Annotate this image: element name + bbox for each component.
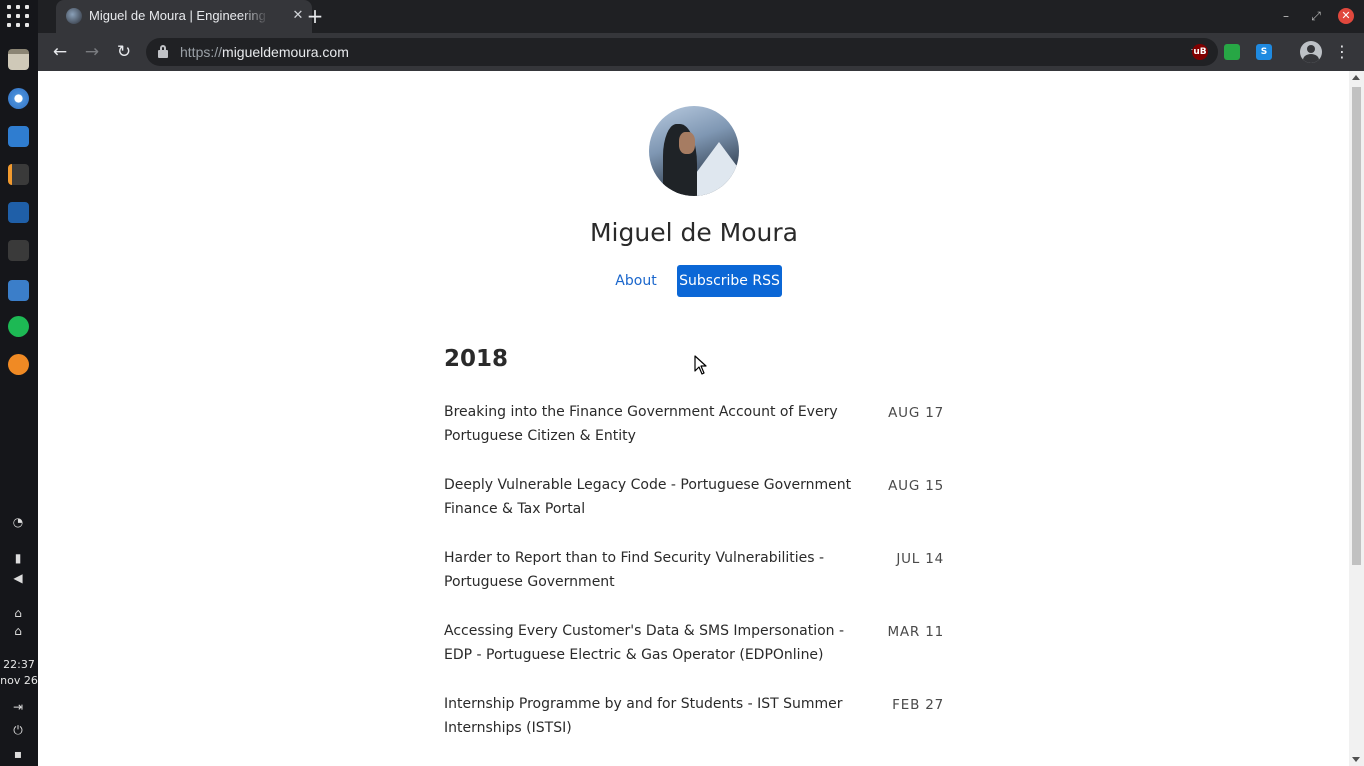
post-item[interactable]: Accessing Every Customer's Data & SMS Im… <box>444 619 944 669</box>
post-title-link[interactable]: Accessing Every Customer's Data & SMS Im… <box>444 619 872 667</box>
clock-date: nov 26 <box>0 674 38 687</box>
tab-title: Miguel de Moura | Engineering <box>89 8 269 26</box>
podcast-app-icon[interactable] <box>8 354 29 375</box>
post-title-link[interactable]: Deeply Vulnerable Legacy Code - Portugue… <box>444 473 872 521</box>
post-date: MAR 11 <box>887 624 944 640</box>
close-window-button[interactable]: ✕ <box>1338 8 1354 24</box>
year-heading: 2018 <box>444 346 509 372</box>
address-bar[interactable]: https://migueldemoura.com ☆ <box>146 38 1218 66</box>
spotify-app-icon[interactable] <box>8 316 29 337</box>
scrollbar-thumb[interactable] <box>1352 87 1361 565</box>
minimize-button[interactable]: – <box>1278 8 1294 24</box>
home-filled-icon[interactable]: ⌂ <box>9 623 27 639</box>
ublock-extension-icon[interactable]: uB <box>1192 44 1208 60</box>
site-title: Miguel de Moura <box>589 218 798 247</box>
terminal-app-icon[interactable] <box>8 240 29 261</box>
scroll-down-icon[interactable] <box>1352 757 1360 762</box>
volume-icon[interactable]: ◀ <box>9 570 27 586</box>
post-date: JUL 14 <box>896 551 944 567</box>
post-item[interactable]: Harder to Report than to Find Security V… <box>444 546 944 596</box>
sublime-text-app-icon[interactable] <box>8 164 29 185</box>
files-app-icon[interactable] <box>8 49 29 70</box>
mouse-cursor-icon <box>694 355 707 375</box>
wifi-icon[interactable]: ◔ <box>9 514 27 530</box>
system-dock: ◔ ▮ ◀ ⌂ ⌂ 22:37 nov 26 ⇥ ⏻ ▪ <box>0 0 38 766</box>
reload-button[interactable]: ↻ <box>113 41 135 63</box>
post-date: AUG 17 <box>888 405 944 421</box>
browser-toolbar: ← → ↻ https://migueldemoura.com ☆ uB S ⋮ <box>38 33 1364 71</box>
power-icon[interactable]: ⏻ <box>9 722 27 738</box>
site-favicon-icon <box>66 8 82 24</box>
tab-strip: Miguel de Moura | Engineering ✕ + – ⤢ ✕ <box>38 0 1364 33</box>
lock-icon[interactable] <box>158 45 168 58</box>
maximize-button[interactable]: ⤢ <box>1308 8 1324 24</box>
logout-icon[interactable]: ⇥ <box>9 699 27 715</box>
post-date: AUG 15 <box>888 478 944 494</box>
battery-icon[interactable]: ▮ <box>9 550 27 566</box>
messages-app-icon[interactable] <box>8 126 29 147</box>
back-button[interactable]: ← <box>49 41 71 63</box>
post-item[interactable]: Deeply Vulnerable Legacy Code - Portugue… <box>444 473 944 523</box>
post-title-link[interactable]: Internship Programme by and for Students… <box>444 692 872 740</box>
post-title-link[interactable]: Harder to Report than to Find Security V… <box>444 546 872 594</box>
post-item[interactable]: Internship Programme by and for Students… <box>444 692 944 742</box>
new-tab-button[interactable]: + <box>304 5 326 27</box>
screenshot-app-icon[interactable] <box>8 280 29 301</box>
page-viewport: Miguel de Moura About Subscribe RSS 2018… <box>38 71 1364 766</box>
desktop-icon[interactable]: ▪ <box>9 746 27 762</box>
post-item[interactable]: Breaking into the Finance Government Acc… <box>444 400 944 450</box>
chromium-app-icon[interactable] <box>8 88 29 109</box>
app-grid-icon[interactable] <box>7 5 30 28</box>
forward-button[interactable]: → <box>81 41 103 63</box>
home-outline-icon[interactable]: ⌂ <box>9 605 27 621</box>
author-avatar <box>649 106 739 196</box>
subscribe-rss-button[interactable]: Subscribe RSS <box>677 265 782 297</box>
post-title-link[interactable]: Breaking into the Finance Government Acc… <box>444 400 872 448</box>
clock-time: 22:37 <box>3 658 35 671</box>
vscode-app-icon[interactable] <box>8 202 29 223</box>
active-tab[interactable]: Miguel de Moura | Engineering ✕ <box>56 0 312 33</box>
scroll-up-icon[interactable] <box>1352 75 1360 80</box>
green-extension-icon[interactable] <box>1224 44 1240 60</box>
about-link[interactable]: About <box>610 270 662 292</box>
post-date: FEB 27 <box>892 697 944 713</box>
page-scrollbar[interactable] <box>1349 71 1364 766</box>
browser-menu-icon[interactable]: ⋮ <box>1334 41 1350 63</box>
profile-avatar-icon[interactable] <box>1300 41 1322 63</box>
url-text[interactable]: https://migueldemoura.com <box>180 44 1080 60</box>
s-extension-icon[interactable]: S <box>1256 44 1272 60</box>
